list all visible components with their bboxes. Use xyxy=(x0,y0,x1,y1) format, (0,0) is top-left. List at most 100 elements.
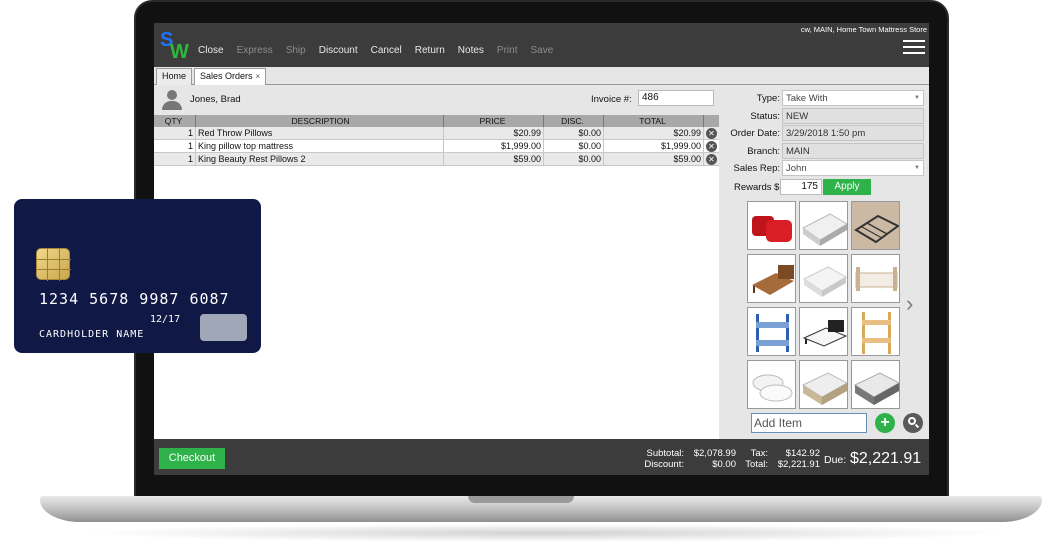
table-body: 1 Red Throw Pillows $20.99 $0.00 $20.99 … xyxy=(154,127,719,166)
product-platform-bed-black[interactable] xyxy=(799,307,848,356)
product-mattress-king[interactable] xyxy=(799,360,848,409)
row-delete: ✕ xyxy=(704,140,719,152)
product-grid xyxy=(747,201,903,409)
express-button[interactable]: Express xyxy=(237,45,273,56)
laptop-notch xyxy=(468,496,574,503)
chevron-down-icon: ▼ xyxy=(914,165,920,171)
header-qty: QTY xyxy=(154,115,196,127)
search-icon[interactable] xyxy=(903,413,923,433)
app-logo: S W xyxy=(159,28,191,63)
apply-rewards-button[interactable]: Apply xyxy=(823,179,871,195)
due-value: $2,221.91 xyxy=(850,450,922,467)
add-item-button[interactable]: + xyxy=(875,413,895,433)
row-delete: ✕ xyxy=(704,153,719,165)
product-pillows-white[interactable] xyxy=(747,360,796,409)
hamburger-menu-icon[interactable] xyxy=(903,40,925,54)
cardholder-name: CARDHOLDER NAME xyxy=(39,329,145,340)
header-delete xyxy=(704,115,719,127)
save-button[interactable]: Save xyxy=(530,45,553,56)
product-mattress-grey[interactable] xyxy=(851,360,900,409)
product-mattress-white[interactable] xyxy=(799,201,848,250)
order-date-label: Order Date: xyxy=(730,128,780,139)
tab-sales-orders[interactable]: Sales Orders × xyxy=(194,68,267,85)
type-label: Type: xyxy=(756,93,780,104)
remove-item-icon[interactable]: ✕ xyxy=(706,140,717,152)
table-header: QTY DESCRIPTION PRICE DISC. TOTAL xyxy=(154,115,719,127)
tab-close-icon[interactable]: × xyxy=(256,72,261,81)
add-item-input[interactable]: Add Item xyxy=(751,413,867,433)
rewards-label: Rewards $ xyxy=(734,182,780,193)
print-button[interactable]: Print xyxy=(497,45,518,56)
product-mattress-topper[interactable] xyxy=(799,254,848,303)
chevron-right-icon[interactable]: › xyxy=(906,291,913,317)
total-label: Total: xyxy=(745,459,768,470)
product-bed-frame-metal[interactable] xyxy=(851,201,900,250)
row-price[interactable]: $1,999.00 xyxy=(444,140,544,152)
invoice-number-input[interactable]: 486 xyxy=(638,90,714,106)
tab-home[interactable]: Home xyxy=(156,68,193,85)
person-icon[interactable] xyxy=(162,90,182,110)
row-description[interactable]: King pillow top mattress xyxy=(196,140,444,152)
remove-item-icon[interactable]: ✕ xyxy=(706,153,717,165)
customer-name[interactable]: Jones, Brad xyxy=(190,94,241,105)
ship-button[interactable]: Ship xyxy=(286,45,306,56)
bottom-bar: Checkout Subtotal: $2,078.99 Discount: $… xyxy=(154,439,929,475)
laptop-shadow xyxy=(80,524,1010,542)
discount-value: $0.00 xyxy=(712,459,736,470)
notes-button[interactable]: Notes xyxy=(458,45,484,56)
card-number: 1234 5678 9987 6087 xyxy=(39,290,230,308)
card-expiry: 12/17 xyxy=(150,314,181,325)
row-disc[interactable]: $0.00 xyxy=(544,140,604,152)
table-row[interactable]: 1 Red Throw Pillows $20.99 $0.00 $20.99 … xyxy=(154,127,719,140)
due-label: Due: xyxy=(824,454,847,466)
row-total: $1,999.00 xyxy=(604,140,704,152)
type-value: Take With xyxy=(786,93,828,104)
checkout-button[interactable]: Checkout xyxy=(159,448,225,469)
row-disc[interactable]: $0.00 xyxy=(544,127,604,139)
branch-label: Branch: xyxy=(747,146,780,157)
product-bunk-bed-blue[interactable] xyxy=(747,307,796,356)
row-price[interactable]: $20.99 xyxy=(444,127,544,139)
discount-label: Discount: xyxy=(644,459,684,470)
row-description[interactable]: Red Throw Pillows xyxy=(196,127,444,139)
discount-button[interactable]: Discount xyxy=(319,45,358,56)
pos-screen: S W Close Express Ship Discount Cancel R… xyxy=(154,23,929,475)
customer-row: Jones, Brad Invoice #: 486 xyxy=(154,86,719,114)
close-button[interactable]: Close xyxy=(198,45,224,56)
card-signature-panel xyxy=(200,314,247,341)
row-qty[interactable]: 1 xyxy=(154,140,196,152)
subtotal-value: $2,078.99 xyxy=(693,448,736,459)
product-platform-bed-wood[interactable] xyxy=(747,254,796,303)
product-daybed-white[interactable] xyxy=(851,254,900,303)
header-price: PRICE xyxy=(444,115,544,127)
toolbar-nav: Close Express Ship Discount Cancel Retur… xyxy=(198,45,566,56)
logo-letter-w: W xyxy=(170,41,189,63)
tab-bar: Home Sales Orders × xyxy=(154,67,929,85)
tax-label: Tax: xyxy=(750,448,768,459)
table-row[interactable]: 1 King Beauty Rest Pillows 2 $59.00 $0.0… xyxy=(154,153,719,166)
product-red-pillows[interactable] xyxy=(747,201,796,250)
row-price[interactable]: $59.00 xyxy=(444,153,544,165)
status-label: Status: xyxy=(750,111,780,122)
branch-value: MAIN xyxy=(782,143,924,159)
type-select[interactable]: Take With ▼ xyxy=(782,90,924,106)
cancel-button[interactable]: Cancel xyxy=(371,45,402,56)
row-qty[interactable]: 1 xyxy=(154,127,196,139)
store-info: cw, MAIN, Home Town Mattress Store xyxy=(800,25,927,34)
row-qty[interactable]: 1 xyxy=(154,153,196,165)
header-total: TOTAL xyxy=(604,115,704,127)
order-date-value: 3/29/2018 1:50 pm xyxy=(782,125,924,141)
sales-rep-value: John xyxy=(786,163,807,174)
product-bunk-bed-wood[interactable] xyxy=(851,307,900,356)
credit-card: 1234 5678 9987 6087 12/17 CARDHOLDER NAM… xyxy=(14,199,261,353)
chevron-down-icon: ▼ xyxy=(914,95,920,101)
table-row[interactable]: 1 King pillow top mattress $1,999.00 $0.… xyxy=(154,140,719,153)
header-description: DESCRIPTION xyxy=(196,115,444,127)
row-description[interactable]: King Beauty Rest Pillows 2 xyxy=(196,153,444,165)
card-chip-icon xyxy=(36,248,71,281)
row-disc[interactable]: $0.00 xyxy=(544,153,604,165)
subtotal-label: Subtotal: xyxy=(646,448,685,459)
return-button[interactable]: Return xyxy=(415,45,445,56)
rewards-input[interactable]: 175 xyxy=(780,179,822,195)
sales-rep-select[interactable]: John ▼ xyxy=(782,160,924,176)
